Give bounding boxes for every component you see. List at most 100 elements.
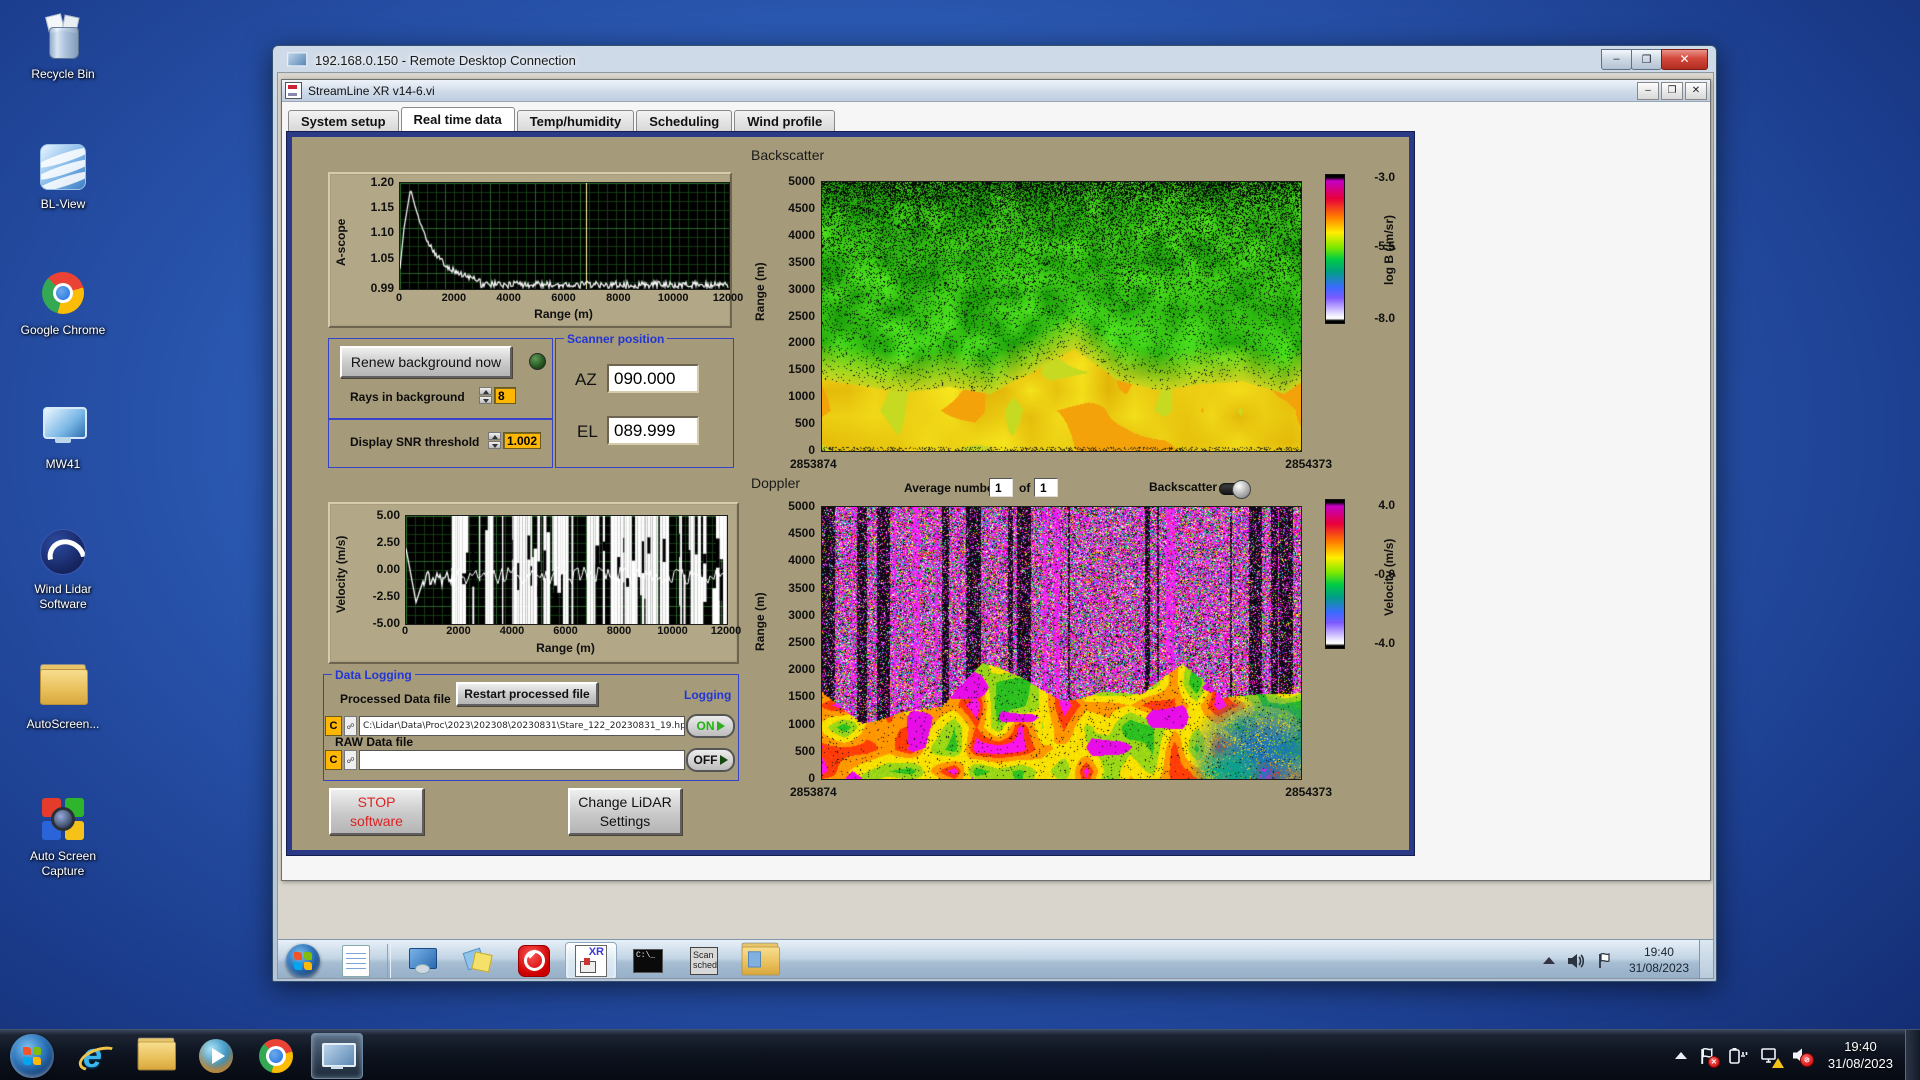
rdp-window-title: 192.168.0.150 - Remote Desktop Connectio… — [315, 52, 576, 68]
desktop-icon-autoscreen-folder[interactable]: AutoScreen... — [10, 660, 116, 732]
change-label-line1: Change LiDAR — [578, 794, 672, 811]
average-total-field[interactable]: 1 — [1034, 478, 1058, 497]
backscatter-toggle[interactable] — [1219, 480, 1251, 499]
az-value-field[interactable]: 090.000 — [607, 364, 699, 393]
logging-label: Logging — [684, 688, 732, 702]
tab-system-setup[interactable]: System setup — [288, 110, 399, 131]
desktop-icon-google-chrome[interactable]: Google Chrome — [10, 266, 116, 338]
velocity-ytick-labels: 5.00 2.50 0.00 -2.50 -5.00 — [354, 508, 400, 630]
internet-explorer-icon: e — [75, 1037, 123, 1076]
tab-scheduling[interactable]: Scheduling — [636, 110, 733, 131]
processed-browse-button[interactable]: ☍ — [344, 716, 357, 736]
rdp-titlebar[interactable]: 192.168.0.150 - Remote Desktop Connectio… — [277, 46, 1712, 72]
taskbar-internet-explorer-button[interactable]: e — [71, 1034, 123, 1078]
processed-path-field[interactable]: C:\Lidar\Data\Proc\2023\202308\20230831\… — [359, 716, 685, 736]
doppler-x-end: 2854373 — [1285, 785, 1332, 799]
show-desktop-button[interactable] — [1905, 1030, 1920, 1080]
start-button[interactable] — [10, 1033, 54, 1078]
velocity-xlabel: Range (m) — [536, 641, 595, 655]
taskbar-explorer-button[interactable] — [131, 1034, 181, 1078]
stop-software-button[interactable]: STOP software — [329, 788, 424, 835]
renew-background-button[interactable]: Renew background now — [340, 346, 512, 378]
raw-drive-selector[interactable]: C — [325, 750, 342, 770]
remote-flag-icon[interactable] — [1597, 952, 1613, 969]
network-icon[interactable] — [1760, 1047, 1784, 1068]
app-close-button[interactable]: ✕ — [1685, 81, 1707, 100]
raw-browse-button[interactable]: ☍ — [344, 750, 357, 770]
rdp-icon — [287, 52, 308, 68]
tick-label: 5.00 — [376, 508, 400, 522]
windows-logo-icon — [23, 1046, 41, 1065]
tick-label: 0 — [401, 625, 409, 637]
processed-drive-selector[interactable]: C — [325, 716, 342, 736]
rdp-minimize-button[interactable]: – — [1601, 48, 1632, 70]
remote-taskbar-sticky-notes-button[interactable] — [453, 943, 503, 979]
processed-logging-on-button[interactable]: ON — [686, 714, 735, 738]
taskbar-date: 31/08/2023 — [1827, 1055, 1893, 1071]
desktop-icon-bl-view[interactable]: BL-View — [10, 140, 116, 212]
sticky-notes-icon — [462, 947, 493, 975]
power-plug-icon[interactable] — [1728, 1047, 1748, 1065]
recycle-bin-icon — [10, 10, 116, 64]
remote-taskbar-scan-scheduler-button[interactable]: Scan sched — [679, 943, 729, 979]
tick-label: -5.00 — [372, 616, 400, 630]
remote-speaker-icon[interactable] — [1567, 953, 1585, 969]
remote-clock[interactable]: 19:40 31/08/2023 — [1629, 945, 1689, 976]
action-center-flag-icon[interactable]: ✕ — [1699, 1047, 1720, 1068]
taskbar-media-player-button[interactable] — [191, 1034, 241, 1078]
app-titlebar[interactable]: StreamLine XR v14-6.vi – ❐ ✕ — [282, 80, 1710, 102]
snr-spinner[interactable] — [488, 432, 501, 449]
restart-processed-file-button[interactable]: Restart processed file — [456, 682, 598, 706]
remote-taskbar-command-prompt-button[interactable]: C:\_ — [623, 943, 673, 979]
desktop-icon-mw41[interactable]: MW41 — [10, 400, 116, 472]
remote-start-button[interactable] — [286, 943, 320, 978]
average-number-field[interactable]: 1 — [989, 478, 1013, 497]
rays-spinner[interactable] — [479, 387, 492, 404]
taskbar-clock[interactable]: 19:40 31/08/2023 — [1828, 1039, 1893, 1073]
tab-real-time-data[interactable]: Real time data — [400, 107, 515, 131]
tick-label: 0 — [395, 292, 403, 304]
xr-app-icon: XR — [575, 944, 607, 977]
snr-value-field[interactable]: 1.002 — [503, 432, 541, 449]
raw-path-field[interactable] — [359, 750, 685, 770]
auto-screen-capture-icon — [10, 792, 116, 846]
folder-icon — [10, 660, 116, 714]
velocity-xtick-labels: 0 2000 4000 6000 8000 10000 12000 — [401, 625, 741, 638]
remote-desktop-icon — [322, 1042, 356, 1069]
app-restore-button[interactable]: ❐ — [1661, 81, 1683, 100]
tab-wind-profile[interactable]: Wind profile — [734, 110, 836, 131]
velocity-plot — [405, 515, 728, 625]
desktop-icon-label: Wind Lidar Software — [34, 582, 92, 611]
tray-expand-icon[interactable] — [1674, 1052, 1687, 1059]
remote-tray-expand-icon[interactable] — [1542, 957, 1555, 964]
taskbar-remote-desktop-button[interactable] — [311, 1032, 363, 1079]
rdp-close-button[interactable]: ✕ — [1661, 48, 1708, 70]
remote-show-desktop-button[interactable] — [1699, 940, 1713, 978]
remote-taskbar-folder-button[interactable] — [735, 942, 785, 979]
tab-bar: System setup Real time data Temp/humidit… — [288, 107, 837, 131]
desktop-icon-wind-lidar[interactable]: Wind Lidar Software — [10, 525, 116, 612]
desktop-icon-recycle-bin[interactable]: Recycle Bin — [10, 10, 116, 82]
rays-value-field[interactable]: 8 — [494, 387, 516, 404]
rdp-restore-button[interactable]: ❐ — [1631, 48, 1662, 70]
taskbar-separator — [387, 943, 391, 978]
tick-label: 2500 — [788, 635, 815, 649]
chrome-icon — [259, 1038, 293, 1073]
speaker-muted-icon[interactable]: ⊘ — [1792, 1047, 1814, 1067]
el-value-field[interactable]: 089.999 — [607, 416, 699, 445]
app-minimize-button[interactable]: – — [1637, 81, 1659, 100]
taskbar-chrome-button[interactable] — [251, 1034, 301, 1078]
change-lidar-settings-button[interactable]: Change LiDAR Settings — [568, 788, 682, 835]
remote-taskbar-shutdown-button[interactable] — [509, 943, 559, 979]
backscatter-ylabel: Range (m) — [753, 262, 767, 322]
desktop-icon-auto-screen-capture[interactable]: Auto Screen Capture — [10, 792, 116, 879]
tick-label: 5000 — [788, 174, 815, 188]
remote-taskbar-notepad-button[interactable] — [331, 943, 381, 979]
remote-taskbar-streamline-xr-button[interactable]: XR — [565, 941, 617, 978]
display-settings-icon — [407, 947, 437, 974]
tab-temp-humidity[interactable]: Temp/humidity — [516, 110, 635, 131]
raw-logging-off-button[interactable]: OFF — [686, 748, 735, 772]
remote-taskbar-display-settings-button[interactable] — [397, 943, 447, 979]
bl-view-icon — [10, 140, 116, 194]
desktop-icon-label: MW41 — [45, 457, 81, 471]
